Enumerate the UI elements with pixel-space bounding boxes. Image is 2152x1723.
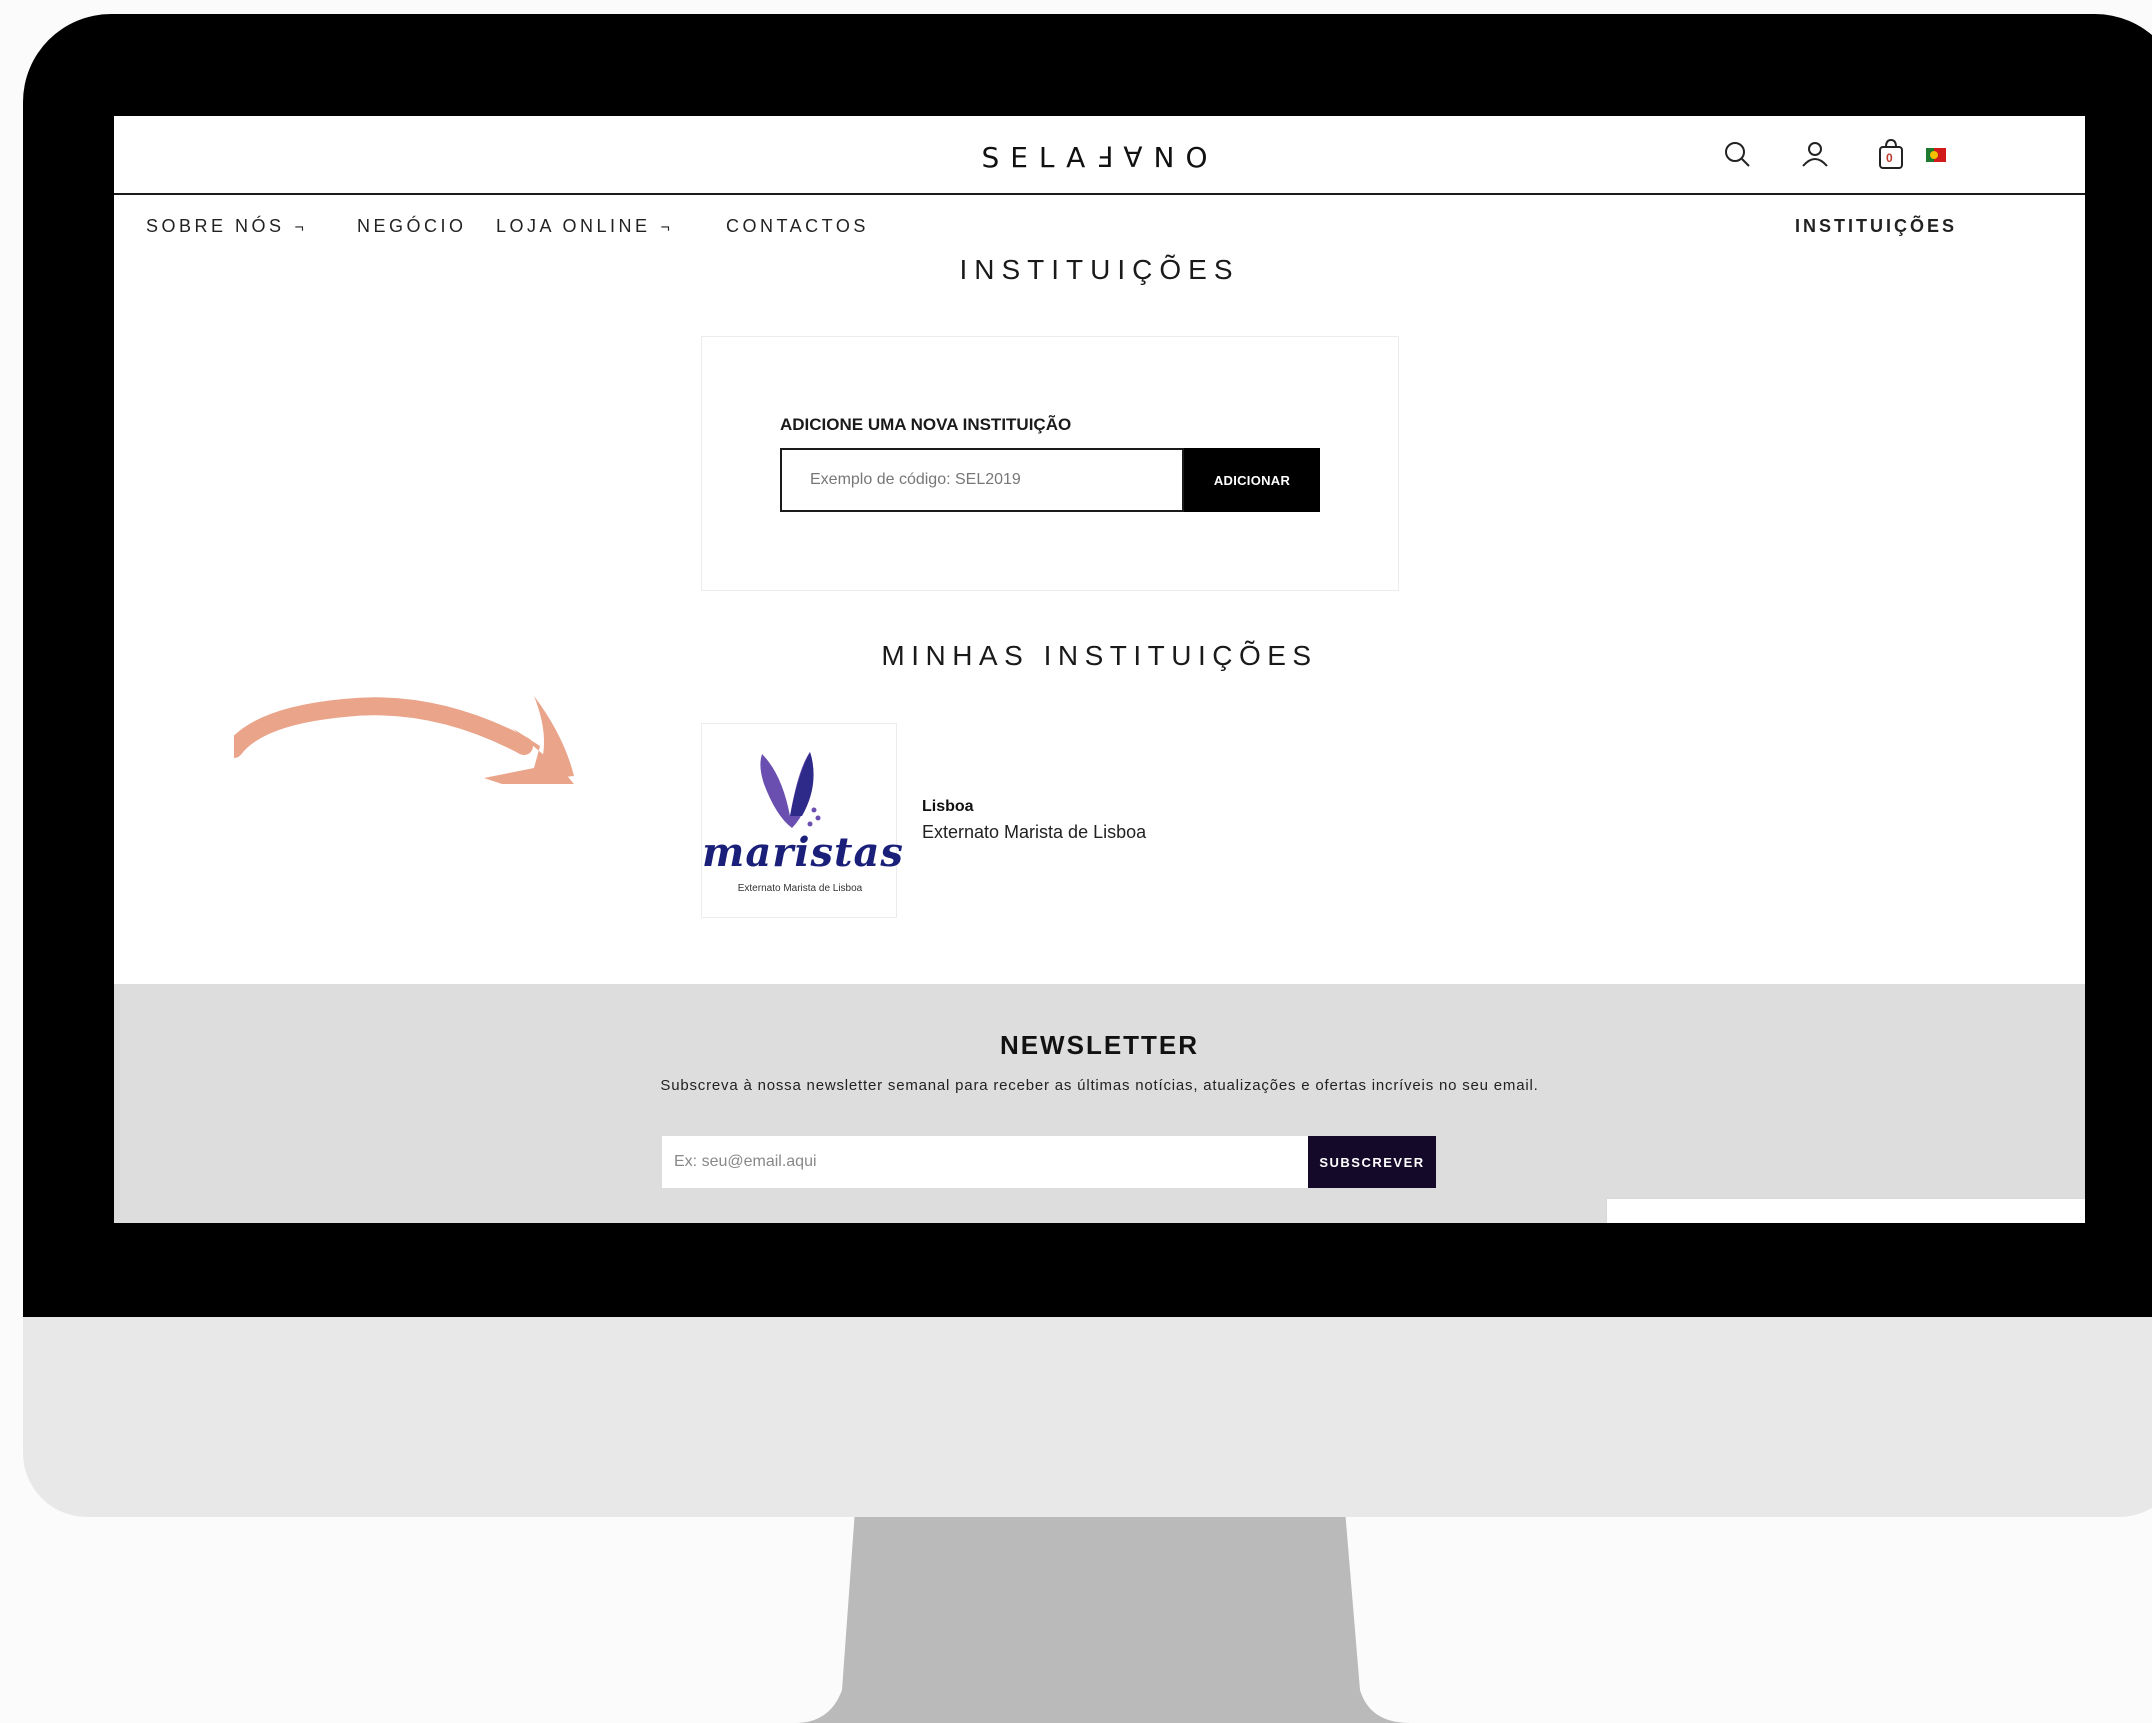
flag-portugal-icon[interactable] (1926, 148, 1946, 162)
nav-sobre-nos[interactable]: SOBRE NÓS ¬ (146, 212, 307, 240)
chat-widget-popup[interactable] (1606, 1198, 2085, 1223)
nav-label: CONTACTOS (726, 216, 869, 236)
nav-loja-online[interactable]: LOJA ONLINE ¬ (496, 212, 673, 240)
newsletter-email-input[interactable] (662, 1136, 1308, 1188)
logo-caption: Externato Marista de Lisboa (737, 883, 863, 894)
caret-down-icon: ¬ (660, 219, 674, 236)
page-title: INSTITUIÇÕES (959, 254, 1240, 285)
newsletter-description: Subscreva à nossa newsletter semanal par… (660, 1077, 1539, 1094)
newsletter-section: NEWSLETTER Subscreva à nossa newsletter … (114, 984, 2085, 1223)
logo-wordmark: maristas (702, 829, 904, 876)
nav-instituicoes[interactable]: INSTITUIÇÕES (1795, 212, 1957, 240)
cart-icon[interactable]: 0 (1871, 134, 1911, 174)
institution-city: Lisboa (922, 798, 974, 815)
cart-count: 0 (1886, 151, 1893, 165)
site-logo[interactable]: SELAℲ∀ΝO (938, 138, 1262, 178)
nav-label: LOJA ONLINE (496, 216, 651, 236)
site-header: SELAℲ∀ΝO 0 (114, 116, 2085, 195)
my-institutions-title: MINHAS INSTITUIÇÕES (881, 640, 1318, 671)
nav-negocio[interactable]: NEGÓCIO (357, 212, 467, 240)
nav-label: NEGÓCIO (357, 216, 467, 236)
newsletter-title: NEWSLETTER (999, 1030, 1200, 1060)
add-institution-button[interactable]: ADICIONAR (1184, 448, 1320, 512)
institution-logo[interactable]: maristas Externato Marista de Lisboa (701, 723, 904, 918)
institution-name[interactable]: Externato Marista de Lisboa (922, 820, 1146, 844)
subscribe-button[interactable]: SUBSCREVER (1308, 1136, 1436, 1188)
nav-contactos[interactable]: CONTACTOS (726, 212, 869, 240)
caret-down-icon: ¬ (294, 219, 308, 236)
user-icon[interactable] (1795, 134, 1835, 174)
add-institution-label: ADICIONE UMA NOVA INSTITUIÇÃO (780, 415, 1072, 434)
browser-screen: SELAℲ∀ΝO 0 SOBRE NÓS ¬ NEGÓCIO LOJA ONLIN… (114, 116, 2085, 1223)
search-icon[interactable] (1717, 134, 1757, 174)
monitor-chin (23, 1316, 2152, 1517)
nav-label: SOBRE NÓS (146, 216, 285, 236)
arrow-annotation-icon (234, 696, 574, 784)
add-institution-panel: ADICIONE UMA NOVA INSTITUIÇÃO ADICIONAR (701, 336, 1399, 591)
institution-code-input[interactable] (780, 448, 1184, 512)
